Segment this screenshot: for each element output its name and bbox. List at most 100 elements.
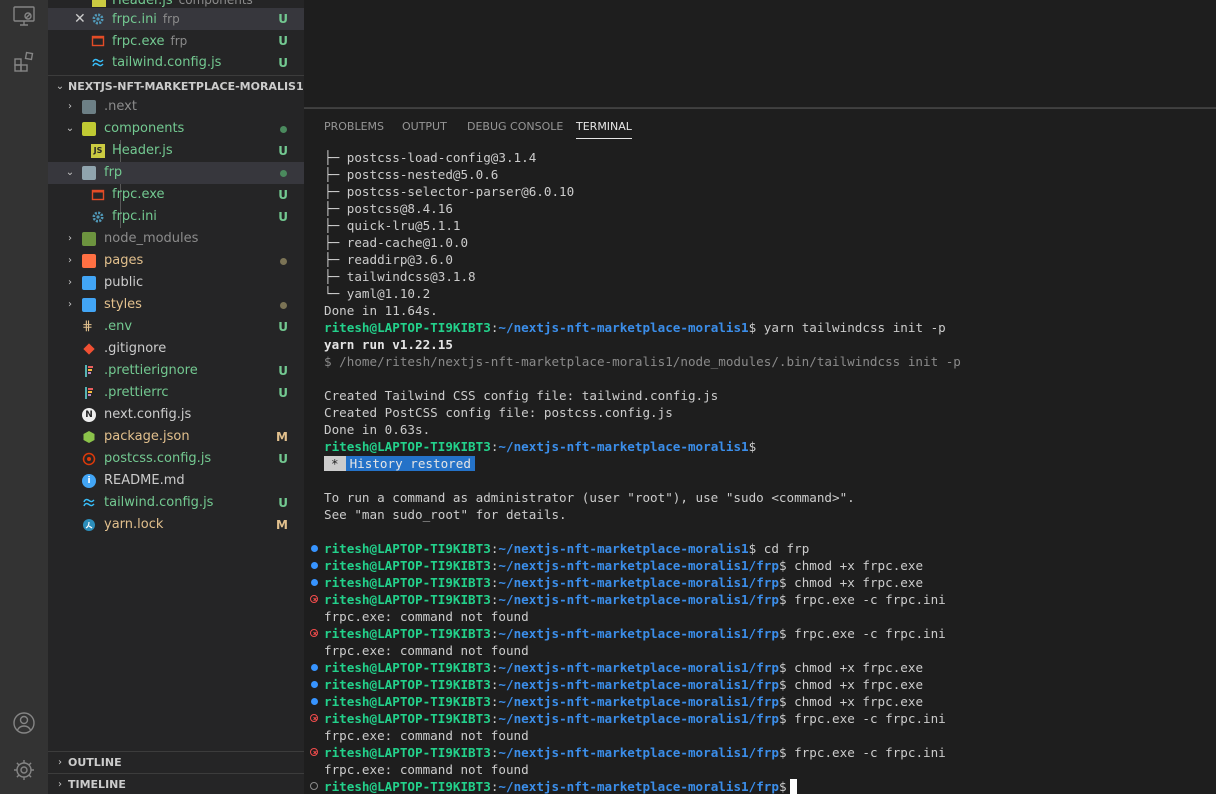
workspace-title: NEXTJS-NFT-MARKETPLACE-MORALIS1 [W... bbox=[68, 80, 304, 93]
prompt-path: ~/nextjs-nft-marketplace-moralis1 bbox=[498, 320, 749, 335]
workspace-header[interactable]: ⌄ NEXTJS-NFT-MARKETPLACE-MORALIS1 [W... bbox=[48, 75, 304, 97]
terminal-prompt-line: ritesh@LAPTOP-TI9KIBT3:~/nextjs-nft-mark… bbox=[310, 778, 797, 794]
editor-area[interactable] bbox=[304, 0, 1216, 108]
terminal-prompt-line: ritesh@LAPTOP-TI9KIBT3:~/nextjs-nft-mark… bbox=[311, 659, 923, 676]
tab-problems[interactable]: PROBLEMS bbox=[324, 119, 384, 135]
close-icon[interactable]: ✕ bbox=[74, 8, 86, 30]
modified-dot bbox=[280, 258, 287, 265]
git-status-badge: U bbox=[278, 496, 288, 510]
tree-folder-frp[interactable]: ⌄ frp bbox=[48, 162, 304, 184]
open-editor-item[interactable]: frpc.exe frp U bbox=[48, 30, 304, 52]
yarn-file-icon bbox=[82, 518, 96, 532]
tree-item-label: public bbox=[104, 275, 144, 290]
tree-item-label: frpc.exe bbox=[112, 187, 165, 202]
timeline-section[interactable]: › TIMELINE bbox=[48, 773, 304, 794]
tree-file-tailwindconfig[interactable]: tailwind.config.js U bbox=[48, 492, 304, 514]
js-file-icon bbox=[92, 0, 106, 7]
prettier-file-icon bbox=[82, 386, 96, 400]
tree-file-prettierrc[interactable]: .prettierrc U bbox=[48, 382, 304, 404]
terminal-line: ├─ quick-lru@5.1.1 bbox=[324, 218, 461, 233]
command-error-icon[interactable] bbox=[310, 748, 318, 756]
remote-explorer-icon[interactable] bbox=[12, 4, 36, 28]
terminal-prompt-line: ritesh@LAPTOP-TI9KIBT3:~/nextjs-nft-mark… bbox=[311, 557, 923, 574]
terminal-line: Done in 0.63s. bbox=[324, 422, 431, 437]
tree-folder-public[interactable]: › public bbox=[48, 272, 304, 294]
command-success-dot-icon[interactable] bbox=[311, 681, 318, 688]
terminal-cursor[interactable] bbox=[789, 779, 797, 794]
prompt-path: ~/nextjs-nft-marketplace-moralis1/frp bbox=[498, 626, 779, 641]
tree-folder-next[interactable]: › .next bbox=[48, 96, 304, 118]
git-status-badge: U bbox=[278, 34, 288, 48]
terminal-line: yarn run v1.22.15 bbox=[324, 337, 453, 352]
command-success-dot-icon[interactable] bbox=[311, 664, 318, 671]
open-editor-desc: components bbox=[178, 0, 253, 7]
prompt-path: ~/nextjs-nft-marketplace-moralis1 bbox=[498, 439, 749, 454]
prompt-path: ~/nextjs-nft-marketplace-moralis1/frp bbox=[498, 779, 779, 794]
command-error-icon[interactable] bbox=[310, 629, 318, 637]
history-restored-banner: * History restored bbox=[324, 455, 475, 472]
git-status-badge: U bbox=[278, 320, 288, 334]
tree-item-label: postcss.config.js bbox=[104, 451, 212, 466]
prompt-user: ritesh@LAPTOP-TI9KIBT3 bbox=[324, 711, 491, 726]
tree-folder-node-modules[interactable]: › node_modules bbox=[48, 228, 304, 250]
open-editor-item[interactable]: tailwind.config.js U bbox=[48, 52, 304, 74]
tree-folder-pages[interactable]: › pages bbox=[48, 250, 304, 272]
folder-icon bbox=[82, 254, 96, 268]
git-status-badge: M bbox=[276, 518, 288, 532]
tree-folder-components[interactable]: ⌄ components bbox=[48, 118, 304, 140]
prompt-command: chmod +x frpc.exe bbox=[794, 575, 924, 590]
tailwind-file-icon bbox=[91, 56, 105, 70]
terminal-line: frpc.exe: command not found bbox=[324, 609, 529, 624]
tree-file-env[interactable]: ⋕ .env U bbox=[48, 316, 304, 338]
command-success-dot-icon[interactable] bbox=[311, 562, 318, 569]
command-success-dot-icon[interactable] bbox=[311, 545, 318, 552]
terminal-prompt-line: ritesh@LAPTOP-TI9KIBT3:~/nextjs-nft-mark… bbox=[310, 710, 946, 727]
folder-icon bbox=[82, 232, 96, 246]
history-text: History restored bbox=[345, 456, 475, 471]
prompt-path: ~/nextjs-nft-marketplace-moralis1/frp bbox=[498, 694, 779, 709]
chevron-down-icon: ⌄ bbox=[55, 81, 65, 92]
command-success-dot-icon[interactable] bbox=[311, 579, 318, 586]
prompt-path: ~/nextjs-nft-marketplace-moralis1/frp bbox=[498, 660, 779, 675]
command-error-icon[interactable] bbox=[310, 595, 318, 603]
terminal-line: ├─ readdirp@3.6.0 bbox=[324, 252, 453, 267]
tab-terminal[interactable]: TERMINAL bbox=[576, 119, 632, 139]
git-file-icon bbox=[82, 342, 96, 356]
git-status-badge: U bbox=[278, 188, 288, 202]
terminal-line: ├─ tailwindcss@3.1.8 bbox=[324, 269, 476, 284]
tree-file-postcssconfig[interactable]: postcss.config.js U bbox=[48, 448, 304, 470]
tree-folder-styles[interactable]: › styles bbox=[48, 294, 304, 316]
tab-debug-console[interactable]: DEBUG CONSOLE bbox=[467, 119, 563, 135]
terminal-line: $ /home/ritesh/nextjs-nft-marketplace-mo… bbox=[324, 354, 961, 369]
accounts-icon[interactable] bbox=[12, 711, 36, 735]
extensions-icon[interactable] bbox=[12, 50, 36, 74]
tree-file-readme[interactable]: i README.md bbox=[48, 470, 304, 492]
open-editor-item[interactable]: ✕ frpc.ini frp U bbox=[48, 8, 304, 30]
chevron-right-icon: › bbox=[68, 233, 72, 244]
chevron-right-icon: › bbox=[68, 299, 72, 310]
tree-item-label: package.json bbox=[104, 429, 190, 444]
terminal-prompt-line: ritesh@LAPTOP-TI9KIBT3:~/nextjs-nft-mark… bbox=[311, 574, 924, 591]
terminal-line: ├─ postcss-selector-parser@6.0.10 bbox=[324, 184, 575, 199]
manage-gear-icon[interactable] bbox=[12, 758, 36, 782]
tree-file-prettierignore[interactable]: .prettierignore U bbox=[48, 360, 304, 382]
tree-file-nextconfig[interactable]: N next.config.js bbox=[48, 404, 304, 426]
outline-section[interactable]: › OUTLINE bbox=[48, 751, 304, 773]
tree-file-frpcexe[interactable]: frpc.exe U bbox=[48, 184, 304, 206]
prompt-user: ritesh@LAPTOP-TI9KIBT3 bbox=[324, 558, 491, 573]
tree-file-headerjs[interactable]: JS Header.js U bbox=[48, 140, 304, 162]
command-success-dot-icon[interactable] bbox=[311, 698, 318, 705]
tree-file-yarnlock[interactable]: yarn.lock M bbox=[48, 514, 304, 536]
folder-open-icon bbox=[82, 122, 96, 136]
tree-item-label: components bbox=[104, 121, 185, 136]
prompt-user: ritesh@LAPTOP-TI9KIBT3 bbox=[324, 541, 491, 556]
tree-file-gitignore[interactable]: .gitignore bbox=[48, 338, 304, 360]
command-error-icon[interactable] bbox=[310, 714, 318, 722]
chevron-right-icon: › bbox=[68, 277, 72, 288]
terminal-line: frpc.exe: command not found bbox=[324, 643, 529, 658]
tree-file-packagejson[interactable]: package.json M bbox=[48, 426, 304, 448]
modified-dot bbox=[280, 170, 287, 177]
tab-output[interactable]: OUTPUT bbox=[402, 119, 447, 135]
prompt-path: ~/nextjs-nft-marketplace-moralis1/frp bbox=[498, 558, 779, 573]
tree-file-frpcini[interactable]: frpc.ini U bbox=[48, 206, 304, 228]
